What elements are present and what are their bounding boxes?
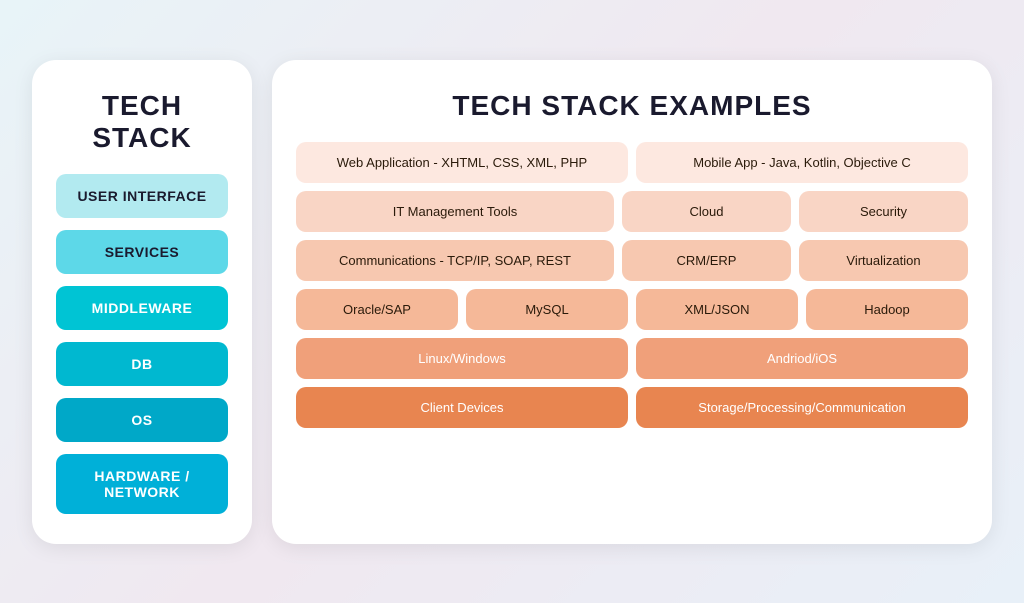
- grid-row-2: IT Management Tools Cloud Security: [296, 191, 968, 232]
- grid-row-5: Linux/Windows Andriod/iOS: [296, 338, 968, 379]
- grid-row-6: Client Devices Storage/Processing/Commun…: [296, 387, 968, 428]
- cell-storage-processing: Storage/Processing/Communication: [636, 387, 968, 428]
- cell-xml-json: XML/JSON: [636, 289, 798, 330]
- cell-hadoop: Hadoop: [806, 289, 968, 330]
- cell-communications: Communications - TCP/IP, SOAP, REST: [296, 240, 614, 281]
- cell-linux-windows: Linux/Windows: [296, 338, 628, 379]
- grid-row-3: Communications - TCP/IP, SOAP, REST CRM/…: [296, 240, 968, 281]
- cell-mobile-app: Mobile App - Java, Kotlin, Objective C: [636, 142, 968, 183]
- grid-row-1: Web Application - XHTML, CSS, XML, PHP M…: [296, 142, 968, 183]
- cell-security: Security: [799, 191, 968, 232]
- stack-item-user-interface: USER INTERFACE: [56, 174, 228, 218]
- cell-crm-erp: CRM/ERP: [622, 240, 791, 281]
- right-panel-title: TECH STACK EXAMPLES: [296, 90, 968, 122]
- examples-grid: Web Application - XHTML, CSS, XML, PHP M…: [296, 142, 968, 428]
- left-panel: TECH STACK USER INTERFACE SERVICES MIDDL…: [32, 60, 252, 544]
- cell-it-management: IT Management Tools: [296, 191, 614, 232]
- main-container: TECH STACK USER INTERFACE SERVICES MIDDL…: [32, 60, 992, 544]
- stack-item-services: SERVICES: [56, 230, 228, 274]
- cell-mysql: MySQL: [466, 289, 628, 330]
- stack-item-middleware: MIDDLEWARE: [56, 286, 228, 330]
- left-panel-title: TECH STACK: [56, 90, 228, 154]
- cell-android-ios: Andriod/iOS: [636, 338, 968, 379]
- stack-item-os: OS: [56, 398, 228, 442]
- cell-virtualization: Virtualization: [799, 240, 968, 281]
- cell-oracle-sap: Oracle/SAP: [296, 289, 458, 330]
- right-panel: TECH STACK EXAMPLES Web Application - XH…: [272, 60, 992, 544]
- stack-item-db: DB: [56, 342, 228, 386]
- cell-client-devices: Client Devices: [296, 387, 628, 428]
- grid-row-4: Oracle/SAP MySQL XML/JSON Hadoop: [296, 289, 968, 330]
- cell-cloud: Cloud: [622, 191, 791, 232]
- stack-item-hardware: HARDWARE / NETWORK: [56, 454, 228, 514]
- cell-web-app: Web Application - XHTML, CSS, XML, PHP: [296, 142, 628, 183]
